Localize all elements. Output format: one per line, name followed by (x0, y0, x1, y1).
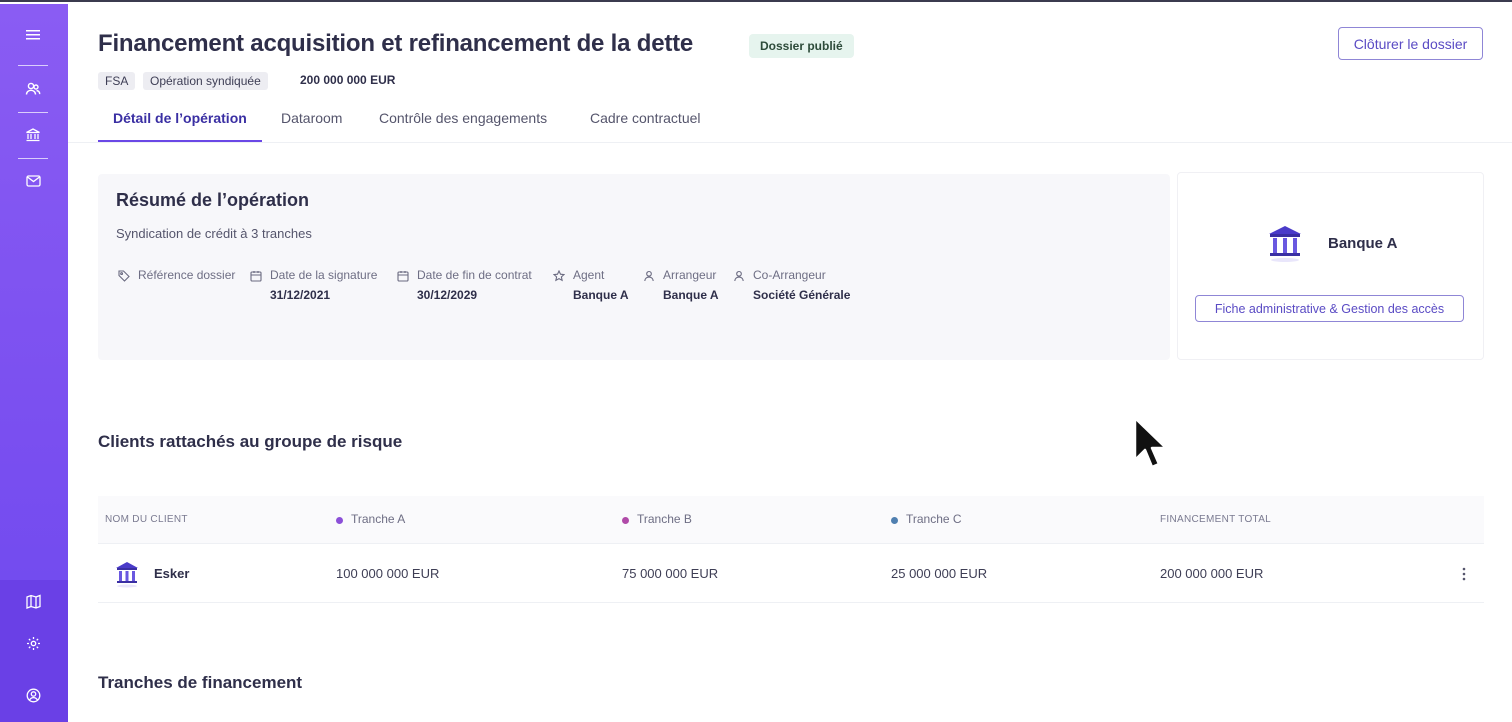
mail-icon[interactable] (24, 172, 42, 190)
cell-tranche-a: 100 000 000 EUR (336, 566, 440, 581)
tranche-a-dot (336, 517, 343, 524)
tranches-section-title: Tranches de financement (98, 673, 303, 692)
tab-dataroom[interactable]: Dataroom (281, 102, 342, 142)
tab-contract[interactable]: Cadre contractuel (590, 102, 701, 142)
col-tranche-a: Tranche A (336, 512, 405, 526)
cell-tranche-c: 25 000 000 EUR (891, 566, 988, 581)
tab-divider (68, 142, 1512, 143)
bank-card: Banque A Fiche administrative & Gestion … (1177, 172, 1484, 360)
user-icon (643, 269, 655, 282)
sidebar (0, 4, 68, 722)
sidebar-divider (18, 112, 48, 113)
col-total: FINANCEMENT TOTAL (1160, 514, 1272, 525)
bank-logo-icon (1266, 223, 1304, 263)
app-frame: Financement acquisition et refinancement… (0, 0, 1512, 722)
tranche-c-dot (891, 517, 898, 524)
tag-icon (118, 269, 130, 282)
users-icon[interactable] (24, 80, 42, 98)
client-name[interactable]: Esker (154, 566, 189, 581)
sidebar-divider (18, 65, 48, 66)
table-row[interactable]: Esker 100 000 000 EUR 75 000 000 EUR 25 … (98, 545, 1484, 603)
gear-icon[interactable] (24, 634, 42, 652)
col-tranche-b: Tranche B (622, 512, 692, 526)
summary-subtitle: Syndication de crédit à 3 tranches (116, 226, 312, 241)
more-options-icon[interactable] (1458, 565, 1470, 583)
bank-name: Banque A (1328, 235, 1398, 252)
close-dossier-button[interactable]: Clôturer le dossier (1338, 27, 1483, 60)
col-tranche-c: Tranche C (891, 512, 962, 526)
bank-icon[interactable] (24, 126, 42, 144)
sidebar-bottom (0, 580, 68, 722)
summary-title: Résumé de l’opération (116, 190, 310, 210)
account-icon[interactable] (24, 686, 42, 704)
page-title: Financement acquisition et refinancement… (98, 30, 694, 57)
client-logo-icon (114, 560, 140, 588)
mouse-cursor-icon (1132, 416, 1170, 472)
operation-summary: Résumé de l’opération Syndication de cré… (98, 174, 1170, 360)
menu-icon[interactable] (24, 26, 42, 44)
clients-table-header: NOM DU CLIENT Tranche A Tranche B Tranch… (98, 496, 1484, 544)
tab-engagements[interactable]: Contrôle des engagements (379, 102, 547, 142)
sidebar-divider (18, 158, 48, 159)
cell-tranche-b: 75 000 000 EUR (622, 566, 719, 581)
status-badge: Dossier publié (749, 34, 854, 58)
col-client: NOM DU CLIENT (105, 514, 188, 525)
cell-total: 200 000 000 EUR (1160, 566, 1264, 581)
star-icon (552, 269, 566, 282)
clients-section-title: Clients rattachés au groupe de risque (98, 432, 403, 451)
tab-detail[interactable]: Détail de l’opération (98, 102, 262, 142)
calendar-icon (397, 269, 409, 282)
map-icon[interactable] (24, 592, 42, 610)
user-icon (733, 269, 745, 282)
tranche-b-dot (622, 517, 629, 524)
tag-operation-type: Opération syndiquée (143, 72, 268, 90)
calendar-icon (250, 269, 262, 282)
tag-fsa: FSA (98, 72, 136, 90)
admin-access-button[interactable]: Fiche administrative & Gestion des accès (1195, 295, 1464, 322)
operation-amount: 200 000 000 EUR (300, 73, 396, 87)
